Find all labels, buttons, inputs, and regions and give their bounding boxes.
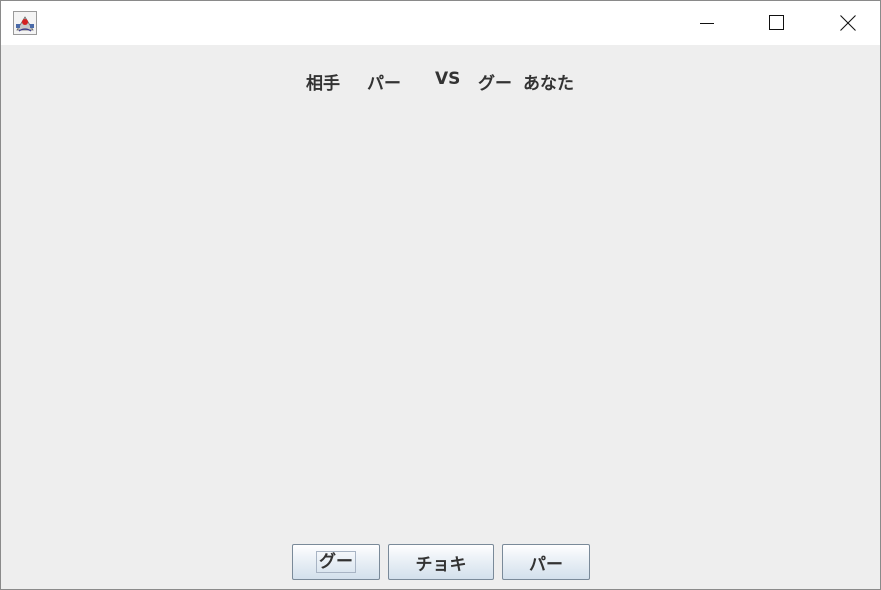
player-hand: グー [478, 74, 512, 94]
app-window: 相手 パー VS グー あなた グー チョキ パー [0, 0, 881, 590]
maximize-icon [769, 15, 784, 30]
player-label: あなた [523, 74, 574, 94]
rock-button-label: グー [316, 551, 356, 573]
java-cup-icon[interactable] [13, 11, 37, 35]
paper-button-label: パー [529, 554, 563, 574]
scissors-button[interactable]: チョキ [388, 544, 494, 580]
game-panel: 相手 パー VS グー あなた グー チョキ パー [1, 45, 880, 589]
close-button[interactable] [823, 1, 869, 45]
opponent-label: 相手 [306, 74, 340, 94]
vs-label: VS [435, 69, 461, 89]
title-bar [1, 1, 880, 45]
minimize-icon [700, 23, 714, 24]
opponent-hand: パー [367, 74, 401, 94]
scissors-button-label: チョキ [415, 554, 467, 574]
rock-button[interactable]: グー [292, 544, 380, 580]
paper-button[interactable]: パー [502, 544, 590, 580]
minimize-button[interactable] [683, 1, 729, 45]
maximize-button[interactable] [752, 1, 798, 45]
match-status: 相手 パー VS グー あなた [1, 69, 880, 94]
close-icon [840, 15, 856, 31]
